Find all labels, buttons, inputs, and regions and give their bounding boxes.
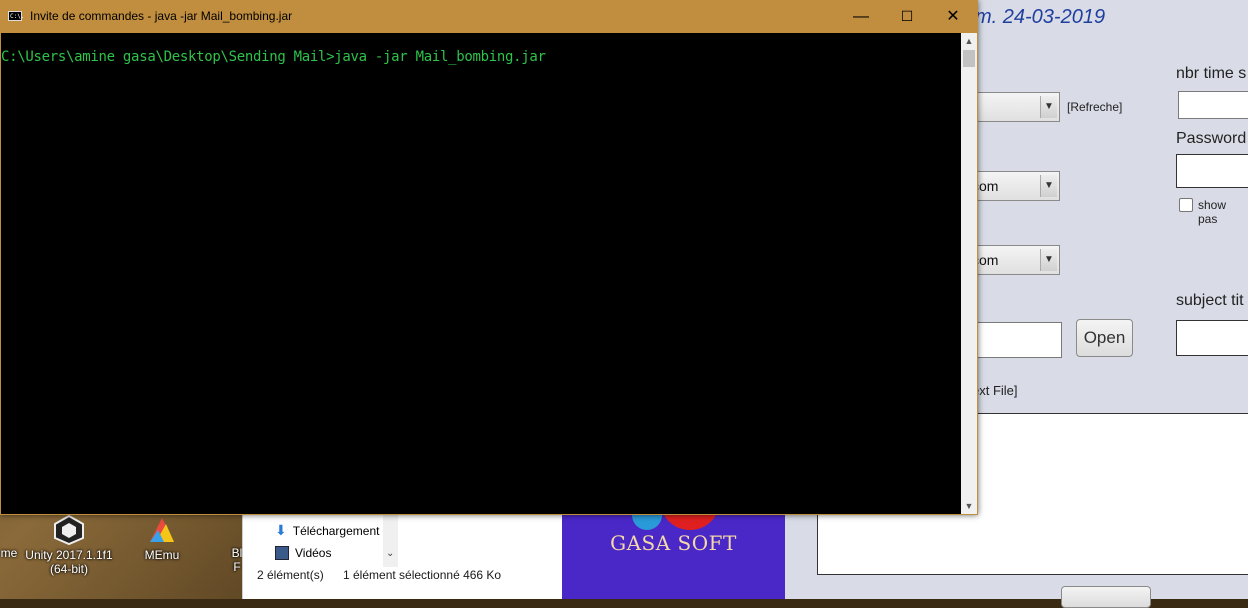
desktop-icon-label: Unity 2017.1.1f1 (64-bit) [25,548,113,576]
cmd-icon: C:\. [8,11,25,21]
desktop-icon-partial[interactable]: me [0,546,20,560]
command-prompt-window: C:\. Invite de commandes - java -jar Mai… [0,0,978,515]
dropdown-arrow-icon[interactable]: ▼ [1040,175,1057,197]
brand-name: GASA SOFT [610,531,737,555]
close-icon: ✕ [946,8,960,25]
dropdown-arrow-icon[interactable]: ▼ [1040,249,1057,271]
prompt-line: C:\Users\amine gasa\Desktop\Sending Mail… [1,49,546,65]
password-input[interactable] [1176,154,1248,188]
nav-item-downloads[interactable]: ⬇ Téléchargement [275,522,379,539]
nav-item-label: Téléchargement [292,523,380,538]
nav-item-videos[interactable]: Vidéos [275,546,331,560]
status-count: 2 élément(s) [257,568,324,582]
nbr-time-input[interactable] [1178,91,1248,119]
desktop-icon-unity[interactable]: Unity 2017.1.1f1 (64-bit) [24,514,114,576]
status-selected: 1 élément sélectionné 466 Ko [343,568,502,582]
desktop-icon-memu[interactable]: MEmu [132,514,192,562]
desktop-icon-label: me [0,546,18,560]
subject-label: subject tit [1176,292,1244,309]
text-file-label: ext File] [972,383,1018,398]
desktop-icon-label: MEmu [144,548,180,562]
status-bar: 2 élément(s) 1 élément sélectionné 466 K… [243,568,563,588]
maximize-icon: ☐ [900,8,914,24]
scroll-down-icon[interactable]: ▼ [961,498,977,514]
subject-input[interactable] [1176,320,1248,356]
open-button[interactable]: Open [1076,319,1133,357]
send-button[interactable] [1061,586,1151,608]
show-password-checkbox[interactable] [1179,198,1193,212]
date-label: m. 24-03-2019 [975,6,1106,28]
chevron-down-icon[interactable]: ⌄ [386,548,394,559]
window-title: Invite de commandes - java -jar Mail_bom… [30,9,293,23]
title-bar[interactable]: C:\. Invite de commandes - java -jar Mai… [0,0,978,33]
close-button[interactable]: ✕ [930,0,976,33]
film-icon [275,546,289,560]
refresh-link[interactable]: [Refreche] [1067,100,1122,114]
maximize-button[interactable]: ☐ [884,0,930,33]
file-explorer-fragment: ⬇ Téléchargement Vidéos ⌄ 2 élément(s) 1… [242,512,563,599]
show-password-label: show pas [1198,198,1227,226]
minimize-icon: — [853,8,869,25]
scroll-thumb[interactable] [963,50,975,67]
unity-icon [53,514,85,546]
download-arrow-icon: ⬇ [275,522,287,538]
minimize-button[interactable]: — [838,0,884,33]
console-scrollbar[interactable]: ▲ ▼ [961,33,977,514]
password-label: Password [1176,130,1247,147]
memu-icon [146,514,178,546]
scroll-up-icon[interactable]: ▲ [961,33,977,49]
dropdown-arrow-icon[interactable]: ▼ [1040,96,1057,118]
nav-item-label: Vidéos [295,546,332,560]
console-output[interactable]: C:\Users\amine gasa\Desktop\Sending Mail… [1,33,961,514]
gasa-soft-panel: GASA SOFT [562,492,785,599]
nav-scrollbar[interactable]: ⌄ [383,512,398,567]
nbr-time-label: nbr time s [1176,65,1247,82]
